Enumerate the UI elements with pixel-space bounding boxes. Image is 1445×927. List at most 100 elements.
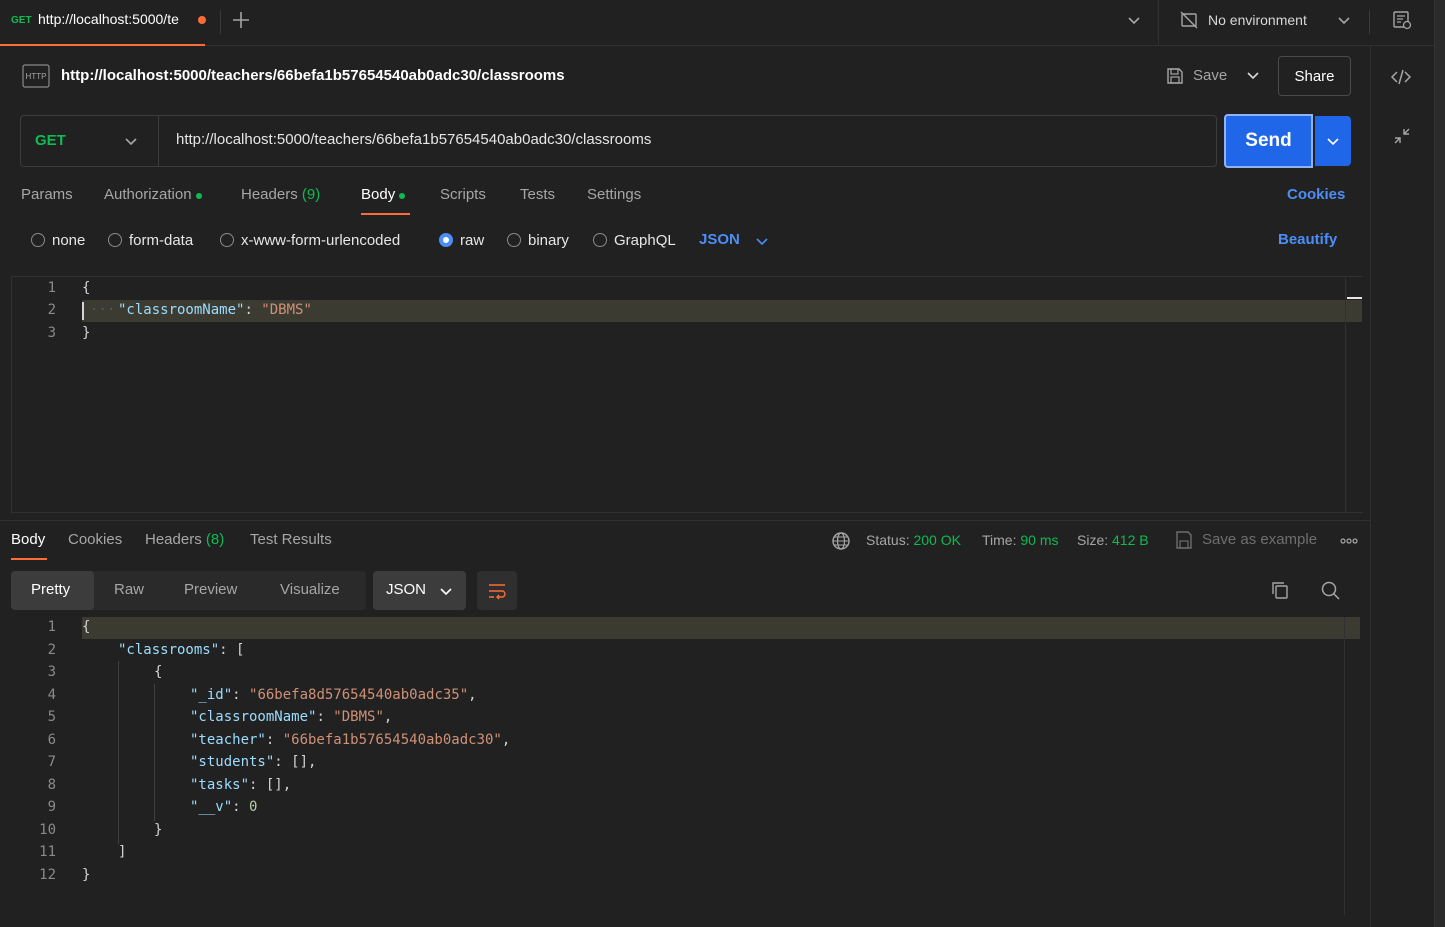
headers-count: (9) <box>301 186 321 203</box>
code-line: { <box>154 664 163 680</box>
save-icon[interactable] <box>1165 66 1185 86</box>
collapse-icon[interactable] <box>1392 126 1412 146</box>
code-line: "_id": "66befa8d57654540ab0adc35", <box>190 687 477 703</box>
search-icon[interactable] <box>1319 579 1341 601</box>
code-line: "__v": 0 <box>190 799 257 815</box>
url-input[interactable]: http://localhost:5000/teachers/66befa1b5… <box>176 131 651 148</box>
scrollbar-thumb[interactable] <box>1347 297 1362 299</box>
json-key: "teacher" <box>190 732 266 748</box>
code-line: } <box>154 822 163 838</box>
view-mode-pretty-label[interactable]: Pretty <box>31 581 70 598</box>
beautify-button[interactable]: Beautify <box>1278 231 1337 248</box>
send-options-button[interactable] <box>1315 116 1351 166</box>
json-comma: , <box>468 687 477 703</box>
line-number: 7 <box>47 754 56 770</box>
radio-urlencoded[interactable] <box>220 233 234 247</box>
status-label: Status: <box>866 532 910 548</box>
send-button[interactable]: Send <box>1224 114 1313 168</box>
radio-graphql[interactable] <box>593 233 607 247</box>
env-divider <box>1369 10 1370 34</box>
chevron-down-icon <box>1327 138 1339 146</box>
tab-body[interactable]: Body <box>361 186 406 203</box>
line-number: 9 <box>47 799 56 815</box>
chevron-down-icon[interactable] <box>1244 66 1262 84</box>
json-colon: : <box>265 732 283 748</box>
more-options-icon[interactable] <box>1338 530 1360 552</box>
view-mode-preview[interactable]: Preview <box>184 581 237 598</box>
line-number: 5 <box>47 709 56 725</box>
active-dot-icon <box>195 193 202 199</box>
radio-graphql-label[interactable]: GraphQL <box>614 232 676 249</box>
svg-text:HTTP: HTTP <box>26 72 47 81</box>
cookies-link[interactable]: Cookies <box>1287 186 1345 203</box>
time-info[interactable]: Time: 90 ms <box>982 532 1059 548</box>
size-label: Size: <box>1077 532 1109 548</box>
body-language-select[interactable]: JSON <box>699 231 740 248</box>
radio-form-data[interactable] <box>108 233 122 247</box>
code-line: "tasks": [], <box>190 777 291 793</box>
save-as-example-button[interactable]: Save as example <box>1202 531 1317 548</box>
tab-tests[interactable]: Tests <box>520 186 555 203</box>
radio-binary[interactable] <box>507 233 521 247</box>
line-number: 4 <box>47 687 56 703</box>
code-snippet-icon[interactable] <box>1390 66 1412 88</box>
tab-body-label: Body <box>361 186 396 203</box>
editor-scrollbar[interactable] <box>1345 276 1363 513</box>
radio-none-label[interactable]: none <box>52 232 85 249</box>
radio-form-data-label[interactable]: form-data <box>129 232 193 249</box>
chevron-down-icon[interactable] <box>1334 10 1354 30</box>
radio-urlencoded-label[interactable]: x-www-form-urlencoded <box>241 232 400 249</box>
wrap-lines-icon <box>489 584 506 600</box>
json-colon: : <box>274 754 292 770</box>
save-button[interactable]: Save <box>1193 67 1227 84</box>
radio-binary-label[interactable]: binary <box>528 232 569 249</box>
tab-headers-label: Headers <box>241 186 298 203</box>
json-colon: : <box>249 777 266 793</box>
text-cursor <box>82 302 84 320</box>
share-button[interactable]: Share <box>1278 56 1351 96</box>
radio-raw-label[interactable]: raw <box>460 232 484 249</box>
line-number: 2 <box>47 302 56 318</box>
plus-icon[interactable] <box>229 8 253 32</box>
view-mode-raw[interactable]: Raw <box>114 581 144 598</box>
line-number: 11 <box>39 844 56 860</box>
radio-raw[interactable] <box>439 233 453 247</box>
chevron-down-icon[interactable] <box>437 582 455 600</box>
tab-authorization[interactable]: Authorization <box>104 186 202 203</box>
tab-params[interactable]: Params <box>21 186 73 203</box>
response-tab-body[interactable]: Body <box>11 531 45 548</box>
method-label[interactable]: GET <box>35 132 66 149</box>
environment-selector[interactable]: No environment <box>1208 12 1307 28</box>
tab-title[interactable]: http://localhost:5000/te <box>38 11 192 27</box>
json-key: "classroomName" <box>190 709 317 725</box>
tab-headers[interactable]: Headers (9) <box>241 186 320 203</box>
json-array: [] <box>265 777 283 793</box>
globe-icon[interactable] <box>830 530 852 552</box>
response-tab-test-results[interactable]: Test Results <box>250 531 332 548</box>
json-key: "classroomName" <box>118 302 245 318</box>
copy-icon[interactable] <box>1269 579 1291 601</box>
json-key: "__v" <box>190 799 233 815</box>
response-tab-headers[interactable]: Headers (8) <box>145 531 224 548</box>
pane-splitter[interactable] <box>0 520 1370 521</box>
json-colon: : <box>316 709 334 725</box>
editor-scrollbar[interactable] <box>1344 617 1345 915</box>
json-comma: , <box>308 754 317 770</box>
response-format-label[interactable]: JSON <box>386 581 426 598</box>
environment-quicklook-icon[interactable] <box>1391 9 1413 31</box>
radio-none[interactable] <box>31 233 45 247</box>
response-tab-cookies[interactable]: Cookies <box>68 531 122 548</box>
window-scrollbar[interactable] <box>1434 0 1445 927</box>
status-info[interactable]: Status: 200 OK <box>866 532 961 548</box>
chevron-down-icon[interactable] <box>753 232 771 250</box>
tab-settings[interactable]: Settings <box>587 186 641 203</box>
chevron-down-icon[interactable] <box>1124 10 1144 30</box>
save-icon[interactable] <box>1174 529 1194 551</box>
size-info[interactable]: Size: 412 B <box>1077 532 1149 548</box>
tab-scripts[interactable]: Scripts <box>440 186 486 203</box>
json-punct: : [ <box>219 642 245 658</box>
code-line: { <box>82 280 91 296</box>
request-title[interactable]: http://localhost:5000/teachers/66befa1b5… <box>61 67 565 84</box>
view-mode-visualize[interactable]: Visualize <box>280 581 340 598</box>
chevron-down-icon[interactable] <box>122 132 140 150</box>
